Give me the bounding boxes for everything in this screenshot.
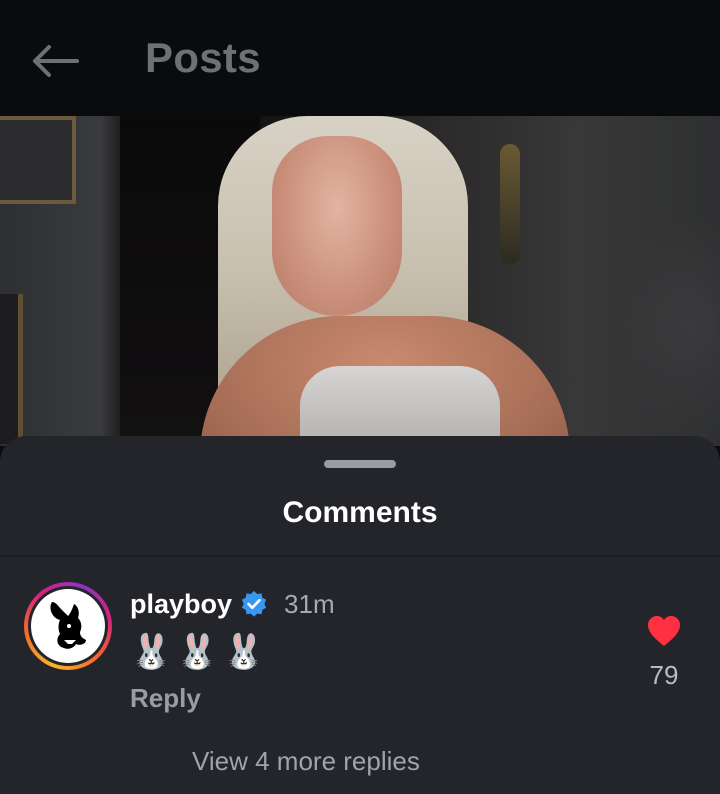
top-bar: Posts	[0, 0, 720, 116]
back-button[interactable]	[26, 38, 84, 84]
arrow-left-icon	[33, 45, 79, 77]
like-count: 79	[649, 660, 679, 690]
wall-picture-frame-lower	[0, 294, 23, 444]
post-photo[interactable]	[0, 116, 720, 446]
page-title: Posts	[145, 34, 261, 81]
comment-time: 31m	[284, 588, 335, 619]
reply-button[interactable]: Reply	[130, 683, 201, 714]
person-face	[272, 136, 402, 316]
person-top	[300, 366, 500, 446]
wall-picture-frame	[0, 116, 76, 204]
divider	[0, 555, 720, 557]
view-more-replies-button[interactable]: View 4 more replies	[192, 746, 420, 777]
verified-badge-icon	[241, 591, 267, 617]
comment-header: playboy 31m	[130, 586, 335, 622]
screen: Posts Comments playboy 31m 🐰🐰🐰 Reply 79 …	[0, 0, 720, 794]
heart-icon[interactable]	[646, 614, 682, 648]
comments-sheet: Comments playboy 31m 🐰🐰🐰 Reply 79 View 4…	[0, 436, 720, 794]
comment-username[interactable]: playboy	[130, 589, 232, 620]
playboy-bunny-logo-icon	[50, 602, 86, 649]
avatar-story-ring[interactable]	[24, 582, 112, 670]
sheet-title: Comments	[282, 496, 438, 529]
avatar	[31, 589, 105, 663]
comment-text: 🐰🐰🐰	[130, 633, 270, 671]
wall-sconce	[500, 144, 520, 264]
sheet-drag-handle[interactable]	[324, 460, 396, 468]
